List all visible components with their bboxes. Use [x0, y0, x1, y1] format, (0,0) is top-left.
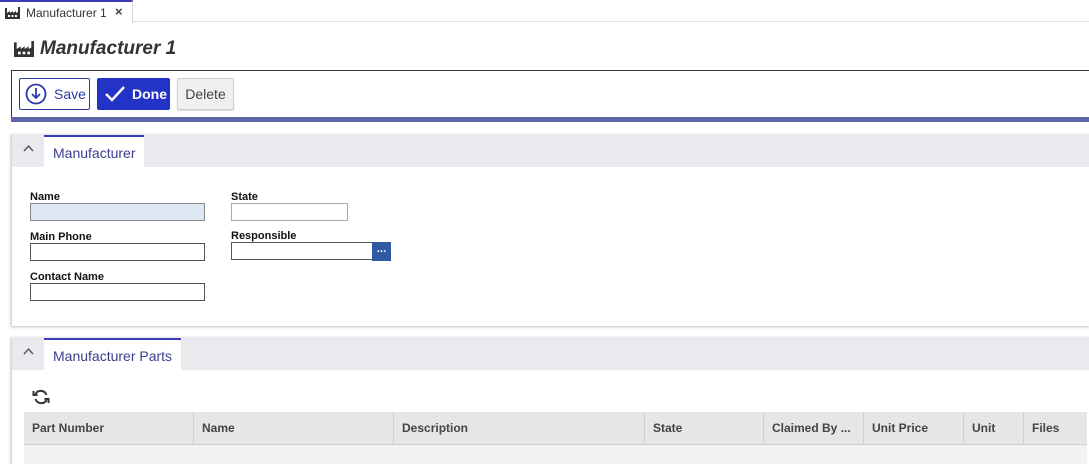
name-field[interactable]: [30, 203, 205, 221]
responsible-label: Responsible: [231, 230, 297, 242]
column-header-state[interactable]: State: [645, 412, 764, 444]
manufacturer-panel: Manufacturer Name State Main Phone Respo…: [11, 134, 1089, 326]
contact-name-field[interactable]: [30, 283, 205, 301]
column-header-description[interactable]: Description: [394, 412, 645, 444]
column-header-unit[interactable]: Unit: [964, 412, 1024, 444]
check-icon: [105, 86, 125, 102]
manufacturer-parts-panel-header: Manufacturer Parts: [12, 337, 1089, 371]
column-header-part-number[interactable]: Part Number: [24, 412, 194, 444]
column-header-unit-price[interactable]: Unit Price: [864, 412, 964, 444]
main-phone-field[interactable]: [30, 243, 205, 261]
parts-grid-body: [24, 445, 1087, 464]
column-header-files[interactable]: Files: [1024, 412, 1087, 444]
responsible-field[interactable]: [231, 242, 373, 260]
toolbar: Save Done Delete: [11, 70, 1089, 117]
tab-manufacturer[interactable]: Manufacturer: [44, 135, 145, 168]
responsible-lookup-button[interactable]: ···: [372, 242, 391, 261]
save-button[interactable]: Save: [19, 78, 90, 110]
refresh-icon[interactable]: [32, 388, 50, 406]
column-header-claimed-by[interactable]: Claimed By ...: [764, 412, 864, 444]
chevron-up-icon[interactable]: [23, 144, 34, 152]
manufacturer-panel-header: Manufacturer: [12, 134, 1089, 168]
tab-manufacturer-parts[interactable]: Manufacturer Parts: [44, 338, 182, 371]
close-icon[interactable]: ×: [115, 4, 123, 19]
state-label: State: [231, 191, 258, 203]
circle-arrow-down-icon: [25, 83, 47, 105]
document-tab-strip: Manufacturer 1 ×: [0, 0, 1089, 23]
parts-grid-header: Part Number Name Description State Claim…: [24, 412, 1087, 445]
delete-button[interactable]: Delete: [177, 78, 234, 110]
page-title: Manufacturer 1: [40, 38, 177, 59]
save-label: Save: [54, 86, 86, 102]
factory-icon: [14, 41, 34, 57]
done-label: Done: [132, 86, 167, 102]
contact-name-label: Contact Name: [30, 271, 104, 283]
column-header-name[interactable]: Name: [194, 412, 394, 444]
document-tab[interactable]: Manufacturer 1 ×: [0, 0, 133, 23]
manufacturer-parts-panel: Manufacturer Parts Part Number Name Desc…: [11, 337, 1089, 464]
document-tab-label: Manufacturer 1: [26, 5, 107, 20]
page-header: Manufacturer 1: [14, 38, 176, 60]
name-label: Name: [30, 191, 60, 203]
toolbar-divider: [11, 117, 1089, 122]
main-phone-label: Main Phone: [30, 231, 92, 243]
chevron-up-icon[interactable]: [23, 347, 34, 355]
state-field[interactable]: [231, 203, 348, 221]
factory-icon: [5, 6, 20, 19]
done-button[interactable]: Done: [97, 78, 170, 110]
